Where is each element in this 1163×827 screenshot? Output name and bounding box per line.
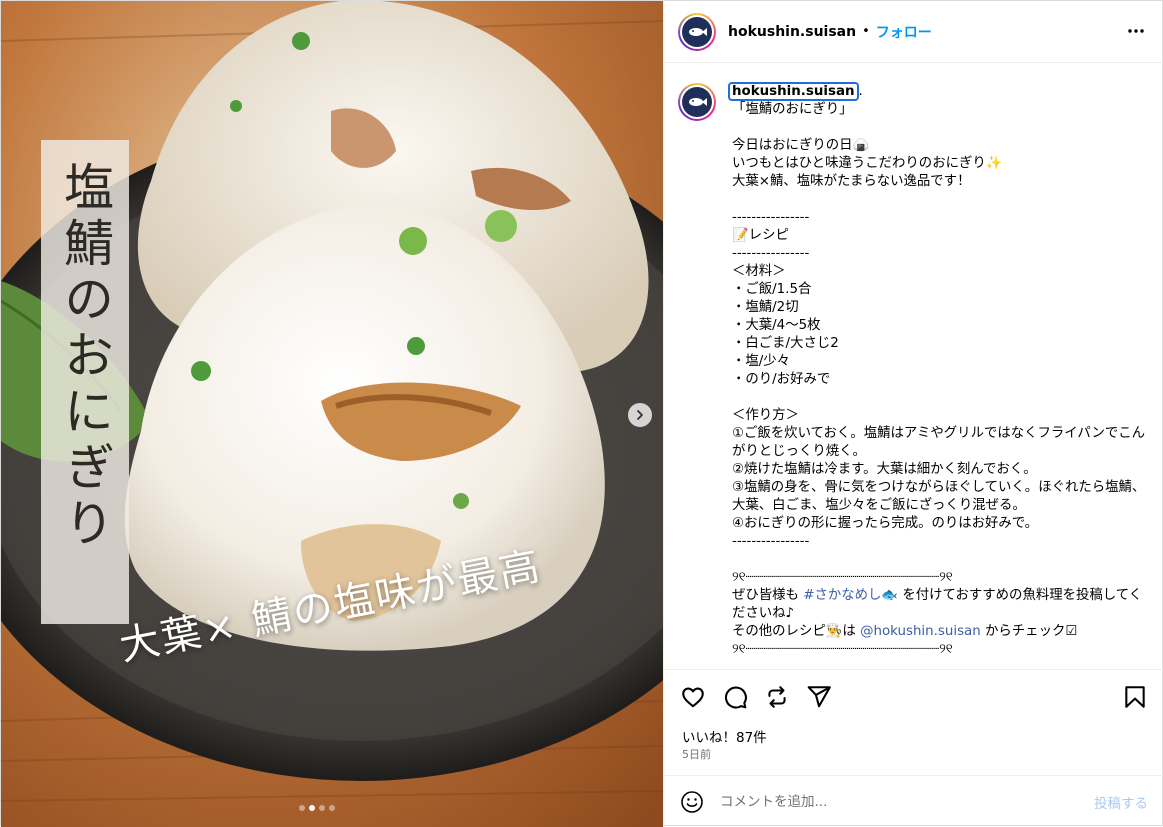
caption-line: ----------------	[732, 534, 810, 549]
caption-line: ----------------	[732, 246, 810, 261]
post-comment-button[interactable]: 投稿する	[1094, 792, 1148, 812]
caption-line: 「塩鯖のおにぎり」	[732, 102, 853, 117]
caption-line: ①ご飯を炊いておく。塩鯖はアミやグリルではなくフライパンでこんがりとじっくり焼く…	[732, 426, 1146, 459]
image-title: 塩鯖のおにぎり	[56, 161, 114, 553]
caption-line: ＜材料＞	[732, 264, 786, 279]
like-count[interactable]: いいね！87件	[682, 726, 767, 746]
fish-logo-icon	[689, 27, 707, 36]
post-dialog: 塩鯖のおにぎり 大葉× 鯖の塩味が最高 hokushin.suisan • フォ…	[0, 0, 1163, 827]
repost-icon[interactable]	[764, 684, 790, 710]
caption-line: ・のり/お好みで	[732, 372, 831, 387]
caption-line: ・大葉/4〜5枚	[732, 318, 821, 333]
post-sidebar: hokushin.suisan • フォロー hokushin.suisan .…	[663, 1, 1163, 827]
carousel-dot	[299, 805, 305, 811]
caption-line: ③塩鯖の身を、骨に気をつけながらほぐしていく。ほぐれたら塩鯖、大葉、白ごま、塩少…	[732, 480, 1146, 513]
fish-logo-icon	[689, 98, 707, 106]
carousel-dot	[319, 805, 325, 811]
caption-line: ④おにぎりの形に握ったら完成。のりはお好みで。	[732, 516, 1039, 531]
caption-line: ＜作り方＞	[732, 408, 799, 423]
caption-line: 大葉×鯖、塩味がたまらない逸品です！	[732, 174, 971, 189]
post-image[interactable]: 塩鯖のおにぎり 大葉× 鯖の塩味が最高	[1, 1, 663, 827]
caption-line: いつもとはひと味違うこだわりのおにぎり✨	[732, 156, 1003, 171]
caption-area: hokushin.suisan. 「塩鯖のおにぎり」 今日はおにぎりの日🍙 いつ…	[664, 63, 1163, 669]
caption-line: ぜひ皆様も	[732, 588, 804, 603]
caption-line: その他のレシピ👨‍🍳は	[732, 624, 861, 639]
hashtag-link[interactable]: #さかなめし🐟	[803, 588, 898, 603]
separator-dot: •	[862, 24, 870, 39]
heart-icon[interactable]	[680, 684, 706, 710]
caption-line: ・ご飯/1.5合	[732, 282, 812, 297]
caption-line: 📝レシピ	[732, 228, 789, 243]
caption-line: ୨୧┈┈┈┈┈┈┈┈┈┈┈┈┈┈┈┈┈┈┈┈┈┈┈┈୨୧	[732, 570, 953, 585]
bookmark-icon[interactable]	[1122, 684, 1148, 710]
carousel-dots	[299, 805, 335, 811]
post-header: hokushin.suisan • フォロー	[664, 1, 1163, 63]
avatar[interactable]	[678, 12, 716, 51]
caption-line: ・塩/少々	[732, 354, 791, 369]
more-horizontal-icon[interactable]	[1126, 21, 1146, 41]
follow-button[interactable]: フォロー	[876, 22, 932, 42]
carousel-dot	[329, 805, 335, 811]
caption-avatar[interactable]	[678, 83, 716, 121]
caption-line: ・白ごま/大さじ2	[732, 336, 839, 351]
next-image-button[interactable]	[628, 403, 652, 427]
caption-line: ----------------	[732, 210, 810, 225]
mention-link[interactable]: @hokushin.suisan	[860, 624, 981, 639]
header-username[interactable]: hokushin.suisan	[728, 24, 856, 40]
share-icon[interactable]	[806, 684, 832, 710]
comment-input[interactable]	[720, 793, 1094, 810]
post-time[interactable]: 5日前	[682, 746, 711, 762]
caption-line: ୨୧┈┈┈┈┈┈┈┈┈┈┈┈┈┈┈┈┈┈┈┈┈┈┈┈୨୧	[732, 642, 953, 657]
comment-bar: 投稿する	[664, 775, 1163, 827]
caption-line: ・塩鯖/2切	[732, 300, 799, 315]
emoji-icon[interactable]	[680, 790, 704, 814]
chevron-right-icon	[637, 410, 643, 420]
carousel-dot-active	[309, 805, 315, 811]
caption-text: hokushin.suisan. 「塩鯖のおにぎり」 今日はおにぎりの日🍙 いつ…	[728, 82, 1150, 659]
caption-line: 今日はおにぎりの日🍙	[732, 138, 870, 153]
caption-username[interactable]: hokushin.suisan	[728, 82, 859, 101]
caption-line: ②焼けた塩鯖は冷ます。大葉は細かく刻んでおく。	[732, 462, 1037, 477]
caption-line: からチェック☑	[980, 624, 1078, 639]
comment-icon[interactable]	[722, 684, 748, 710]
